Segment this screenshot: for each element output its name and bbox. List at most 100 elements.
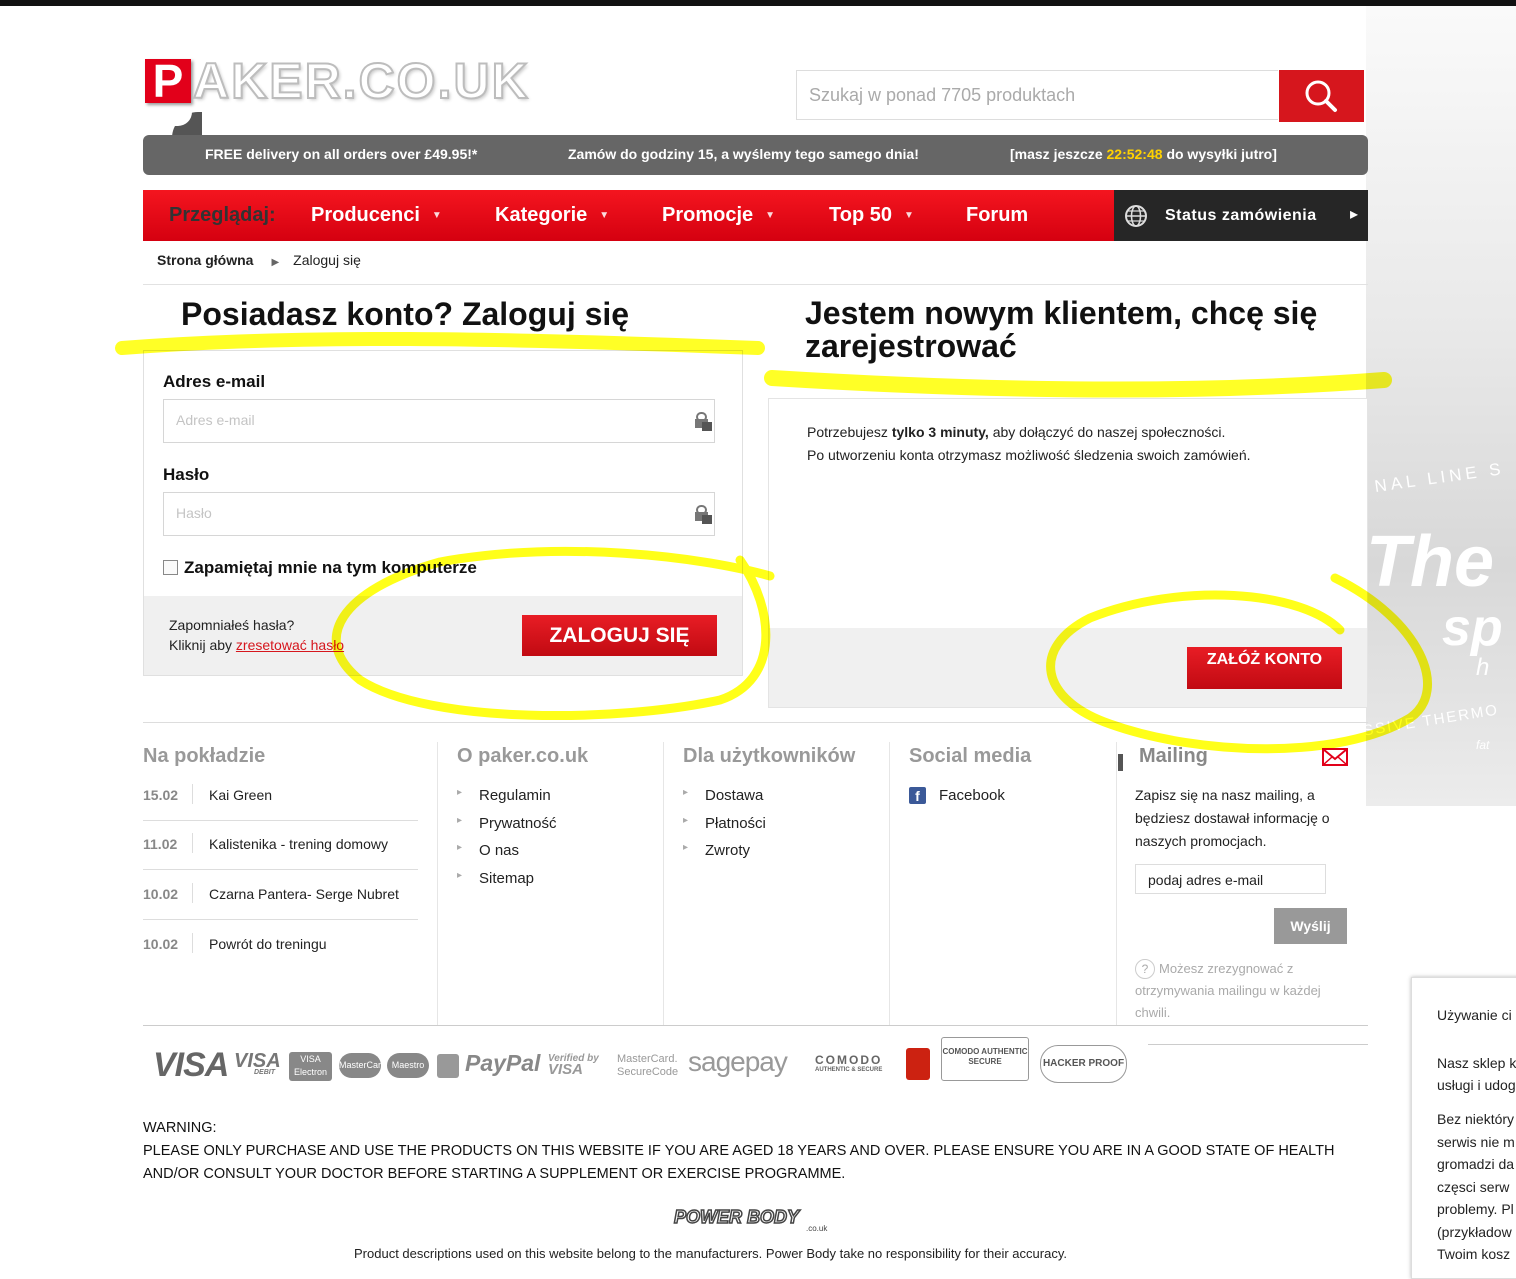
news-divider: [192, 784, 193, 804]
order-status-button[interactable]: Status zamówienia ▸: [1114, 190, 1368, 241]
register-text: Potrzebujesz tylko 3 minuty, aby dołączy…: [807, 421, 1251, 467]
link-delivery[interactable]: Dostawa: [683, 787, 766, 815]
news-date: 10.02: [143, 936, 179, 952]
divider: [1148, 1044, 1368, 1045]
powerbody-logo-text: POWER BODY: [674, 1207, 801, 1227]
chevron-down-icon: ▼: [599, 210, 610, 222]
nav-item-label: Kategorie: [495, 204, 588, 226]
remember-me[interactable]: Zapamiętaj mnie na tym komputerze: [163, 558, 477, 578]
highlight-underline-register: [764, 370, 1392, 398]
cookie-text: częsci serw: [1437, 1179, 1510, 1195]
nav-item-label: Promocje: [662, 204, 754, 226]
site-logo[interactable]: P AKER.CO.UK: [145, 52, 530, 110]
register-heading: Jestem nowym klientem, chcę się zarejest…: [805, 295, 1318, 364]
mailing-send-button[interactable]: Wyślij: [1274, 908, 1347, 944]
password-manager-icon[interactable]: [694, 411, 712, 431]
cookie-text: usługi i udog: [1437, 1077, 1516, 1093]
password-field[interactable]: [164, 493, 688, 533]
news-title: Czarna Pantera- Serge Nubret: [209, 886, 399, 902]
chevron-right-icon: ▸: [1350, 206, 1359, 223]
comodo-text: COMODO: [815, 1053, 883, 1067]
email-field[interactable]: [164, 400, 688, 440]
countdown-prefix: [masz jeszcze: [1010, 146, 1103, 162]
nav-item-forum[interactable]: Forum: [966, 204, 1028, 227]
remember-label: Zapamiętaj mnie na tym komputerze: [184, 558, 477, 577]
art-text: h: [1476, 654, 1490, 681]
chevron-down-icon: ▼: [431, 210, 442, 222]
column-divider: [663, 742, 664, 1026]
warning-label: WARNING:: [143, 1120, 217, 1136]
news-date: 15.02: [143, 787, 179, 803]
footer-social-title: Social media: [909, 745, 1032, 767]
email-label: Adres e-mail: [163, 372, 266, 391]
news-divider: [192, 833, 193, 853]
search-icon: [1305, 80, 1337, 112]
divider: [143, 1025, 1368, 1026]
link-privacy[interactable]: Prywatność: [457, 815, 557, 843]
password-label: Hasło: [163, 465, 210, 484]
cookie-title: Używanie ci: [1437, 1007, 1512, 1023]
link-returns[interactable]: Zwroty: [683, 842, 766, 870]
news-item[interactable]: 15.02 Kai Green: [143, 771, 418, 821]
nav-item-top50[interactable]: Top 50 ▼: [829, 204, 914, 227]
mastercard-logo: MasterCard: [339, 1053, 386, 1078]
order-status-label: Status zamówienia: [1165, 207, 1317, 224]
mailing-accent-bar: [1118, 754, 1123, 771]
main-nav: Przeglądaj: Producenci ▼ Kategorie ▼ Promo…: [143, 190, 1115, 241]
visa-logo: VISA: [153, 1046, 229, 1084]
comodo-sub: AUTHENTIC & SECURE: [815, 1067, 883, 1073]
lock-icon: [437, 1054, 459, 1078]
divider: [143, 284, 1368, 285]
facebook-icon[interactable]: f: [909, 787, 926, 804]
link-facebook[interactable]: Facebook: [939, 787, 1005, 804]
reset-password-link[interactable]: zresetować hasło: [236, 637, 344, 653]
logo-initial: P: [145, 58, 191, 104]
breadcrumb-home[interactable]: Strona główna: [157, 252, 253, 268]
mailing-note: ? Możesz zrezygnować z otrzymywania maili…: [1135, 958, 1350, 1024]
footer-users-links: Dostawa Płatności Zwroty: [683, 787, 766, 870]
footer-users-title: Dla użytkowników: [683, 745, 856, 767]
art-text: sp: [1442, 599, 1503, 657]
nav-item-producers[interactable]: Producenci ▼: [311, 204, 442, 227]
help-icon: ?: [1135, 959, 1155, 979]
search-input[interactable]: [796, 70, 1278, 120]
mailing-panel: Mailing Zapisz się na nasz mailing, a bę…: [1116, 742, 1369, 1026]
search-bar: [796, 70, 1364, 122]
verified-by-visa-logo: Verified by VISA: [548, 1053, 599, 1103]
divider: [143, 722, 1368, 723]
password-manager-icon[interactable]: [694, 504, 712, 524]
news-item[interactable]: 10.02 Czarna Pantera- Serge Nubret: [143, 870, 418, 920]
link-payments[interactable]: Płatności: [683, 815, 766, 843]
verified-visa-text: VISA: [548, 1061, 584, 1078]
comodo-shield-icon: [906, 1048, 930, 1080]
forgot-line1: Zapomniałeś hasła?: [169, 617, 295, 633]
comodo-logo: COMODO AUTHENTIC & SECURE: [815, 1053, 882, 1103]
news-item[interactable]: 10.02 Powrót do treningu: [143, 920, 418, 969]
login-button[interactable]: ZALOGUJ SIĘ: [522, 615, 717, 656]
register-line1-bold: tylko 3 minuty,: [891, 424, 989, 440]
register-line2: Po utworzeniu konta otrzymasz możliwość …: [807, 447, 1251, 463]
news-item[interactable]: 11.02 Kalistenika - trening domowy: [143, 820, 418, 870]
nav-item-categories[interactable]: Kategorie ▼: [495, 204, 609, 227]
news-title: Kalistenika - trening domowy: [209, 836, 388, 852]
news-date: 11.02: [143, 836, 178, 852]
create-account-button[interactable]: ZAŁÓŻ KONTO: [1187, 647, 1342, 689]
cookie-text: problemy. Pl: [1437, 1201, 1514, 1217]
forgot-password-text: Zapomniałeś hasła? Kliknij aby zresetowa…: [169, 615, 344, 655]
paypal-logo: PayPal: [465, 1050, 541, 1076]
login-heading: Posiadasz konto? Zaloguj się: [181, 296, 630, 332]
news-divider: [192, 883, 193, 903]
mailing-email-input[interactable]: podaj adres e-mail: [1135, 864, 1326, 894]
chevron-down-icon: ▼: [765, 210, 776, 222]
link-sitemap[interactable]: Sitemap: [457, 870, 557, 898]
cookie-text: Twoim kosz: [1437, 1246, 1511, 1262]
remember-checkbox[interactable]: [163, 560, 178, 575]
footer-about-links: Regulamin Prywatność O nas Sitemap: [457, 787, 557, 897]
search-button[interactable]: [1279, 70, 1364, 122]
link-regulamin[interactable]: Regulamin: [457, 787, 557, 815]
warning-text: PLEASE ONLY PURCHASE AND USE THE PRODUCT…: [143, 1143, 1335, 1182]
nav-item-label: Top 50: [829, 204, 892, 226]
nav-item-promotions[interactable]: Promocje ▼: [662, 204, 775, 227]
footer-about-title: O paker.co.uk: [457, 745, 589, 767]
link-about[interactable]: O nas: [457, 842, 557, 870]
